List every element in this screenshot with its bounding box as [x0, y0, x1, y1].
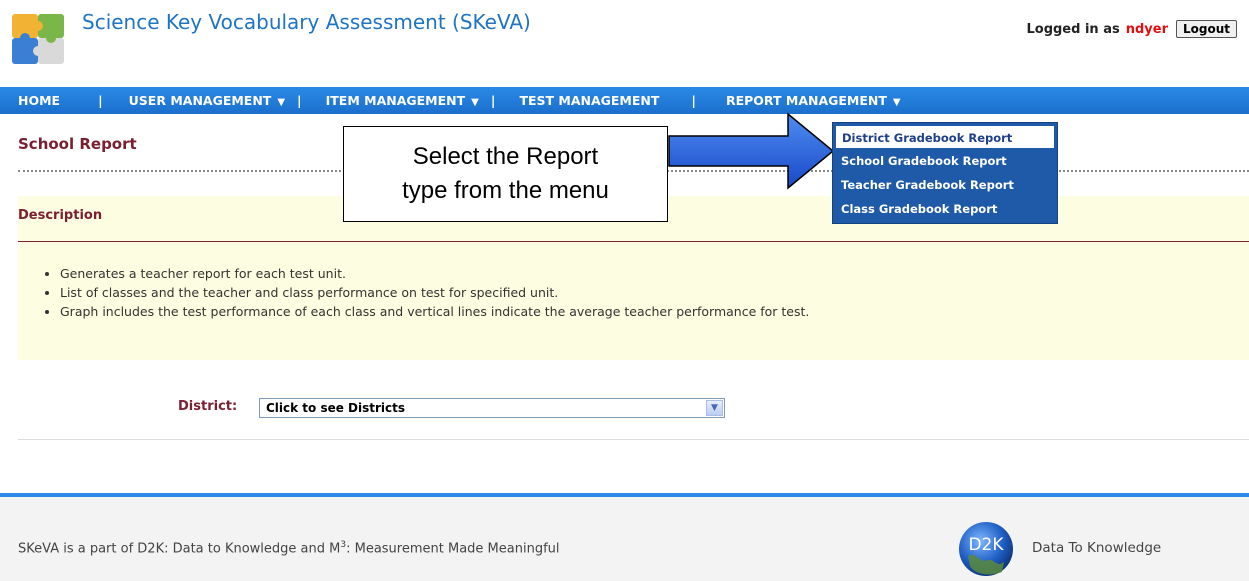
nav-report-management[interactable]: REPORT MANAGEMENT ▼ — [726, 93, 901, 108]
caret-down-icon: ▼ — [277, 97, 286, 108]
nav-separator: | — [297, 93, 302, 108]
menu-item-district-gradebook[interactable]: District Gradebook Report — [835, 125, 1055, 149]
nav-separator: | — [98, 93, 103, 108]
app-header: Science Key Vocabulary Assessment (SKeVA… — [0, 0, 1249, 77]
district-select[interactable]: Click to see Districts ▼ — [259, 398, 725, 418]
list-item: List of classes and the teacher and clas… — [60, 283, 809, 302]
footer-text-tail: : Measurement Made Meaningful — [346, 541, 560, 557]
district-select-value: Click to see Districts — [266, 401, 406, 415]
arrow-right-icon — [668, 112, 835, 190]
app-title: Science Key Vocabulary Assessment (SKeVA… — [82, 10, 531, 34]
username[interactable]: ndyer — [1126, 22, 1168, 37]
nav-home[interactable]: HOME — [18, 93, 60, 108]
main-nav: HOME | USER MANAGEMENT ▼ | ITEM MANAGEMEN… — [0, 87, 1249, 114]
description-heading: Description — [18, 208, 103, 223]
list-item: Graph includes the test performance of e… — [60, 302, 809, 321]
nav-item-management[interactable]: ITEM MANAGEMENT ▼ — [326, 93, 479, 108]
nav-label: REPORT MANAGEMENT — [725, 93, 887, 108]
menu-item-school-gradebook[interactable]: School Gradebook Report — [833, 149, 1057, 173]
list-item: Generates a teacher report for each test… — [60, 264, 809, 283]
nav-separator: | — [490, 93, 496, 108]
d2k-logo-text: D2K — [968, 535, 1004, 555]
district-label: District: — [178, 399, 238, 414]
nav-label: ITEM MANAGEMENT — [325, 93, 466, 108]
caret-down-icon: ▼ — [892, 97, 901, 108]
footer-text: SKeVA is a part of D2K: Data to Knowledg… — [18, 540, 560, 556]
caret-down-icon: ▼ — [471, 97, 479, 108]
menu-item-teacher-gradebook[interactable]: Teacher Gradebook Report — [833, 173, 1057, 197]
callout-line: type from the menu — [402, 177, 609, 204]
d2k-globe-logo-icon[interactable]: D2K — [954, 520, 1018, 578]
nav-label: USER MANAGEMENT — [128, 93, 272, 108]
nav-test-management[interactable]: TEST MANAGEMENT — [519, 93, 659, 108]
d2k-tagline: Data To Knowledge — [1032, 540, 1162, 556]
logged-in-label: Logged in as — [1026, 21, 1120, 37]
chevron-down-icon[interactable]: ▼ — [706, 400, 723, 416]
description-list: Generates a teacher report for each test… — [46, 264, 809, 321]
page-title: School Report — [18, 135, 137, 153]
description-divider — [18, 241, 1249, 242]
nav-user-management[interactable]: USER MANAGEMENT ▼ — [129, 93, 285, 108]
puzzle-logo-icon — [12, 14, 64, 64]
login-status: Logged in as ndyer Logout — [1026, 20, 1237, 38]
form-divider — [18, 439, 1249, 440]
logout-button[interactable]: Logout — [1175, 20, 1237, 38]
instruction-callout: Select the Report type from the menu — [343, 126, 668, 222]
report-menu-dropdown: District Gradebook Report School Gradebo… — [832, 122, 1058, 224]
footer-text-main: SKeVA is a part of D2K: Data to Knowledg… — [18, 541, 341, 557]
callout-line: Select the Report — [412, 143, 599, 170]
menu-item-class-gradebook[interactable]: Class Gradebook Report — [833, 197, 1057, 221]
nav-separator: | — [691, 93, 696, 108]
footer — [0, 497, 1249, 581]
